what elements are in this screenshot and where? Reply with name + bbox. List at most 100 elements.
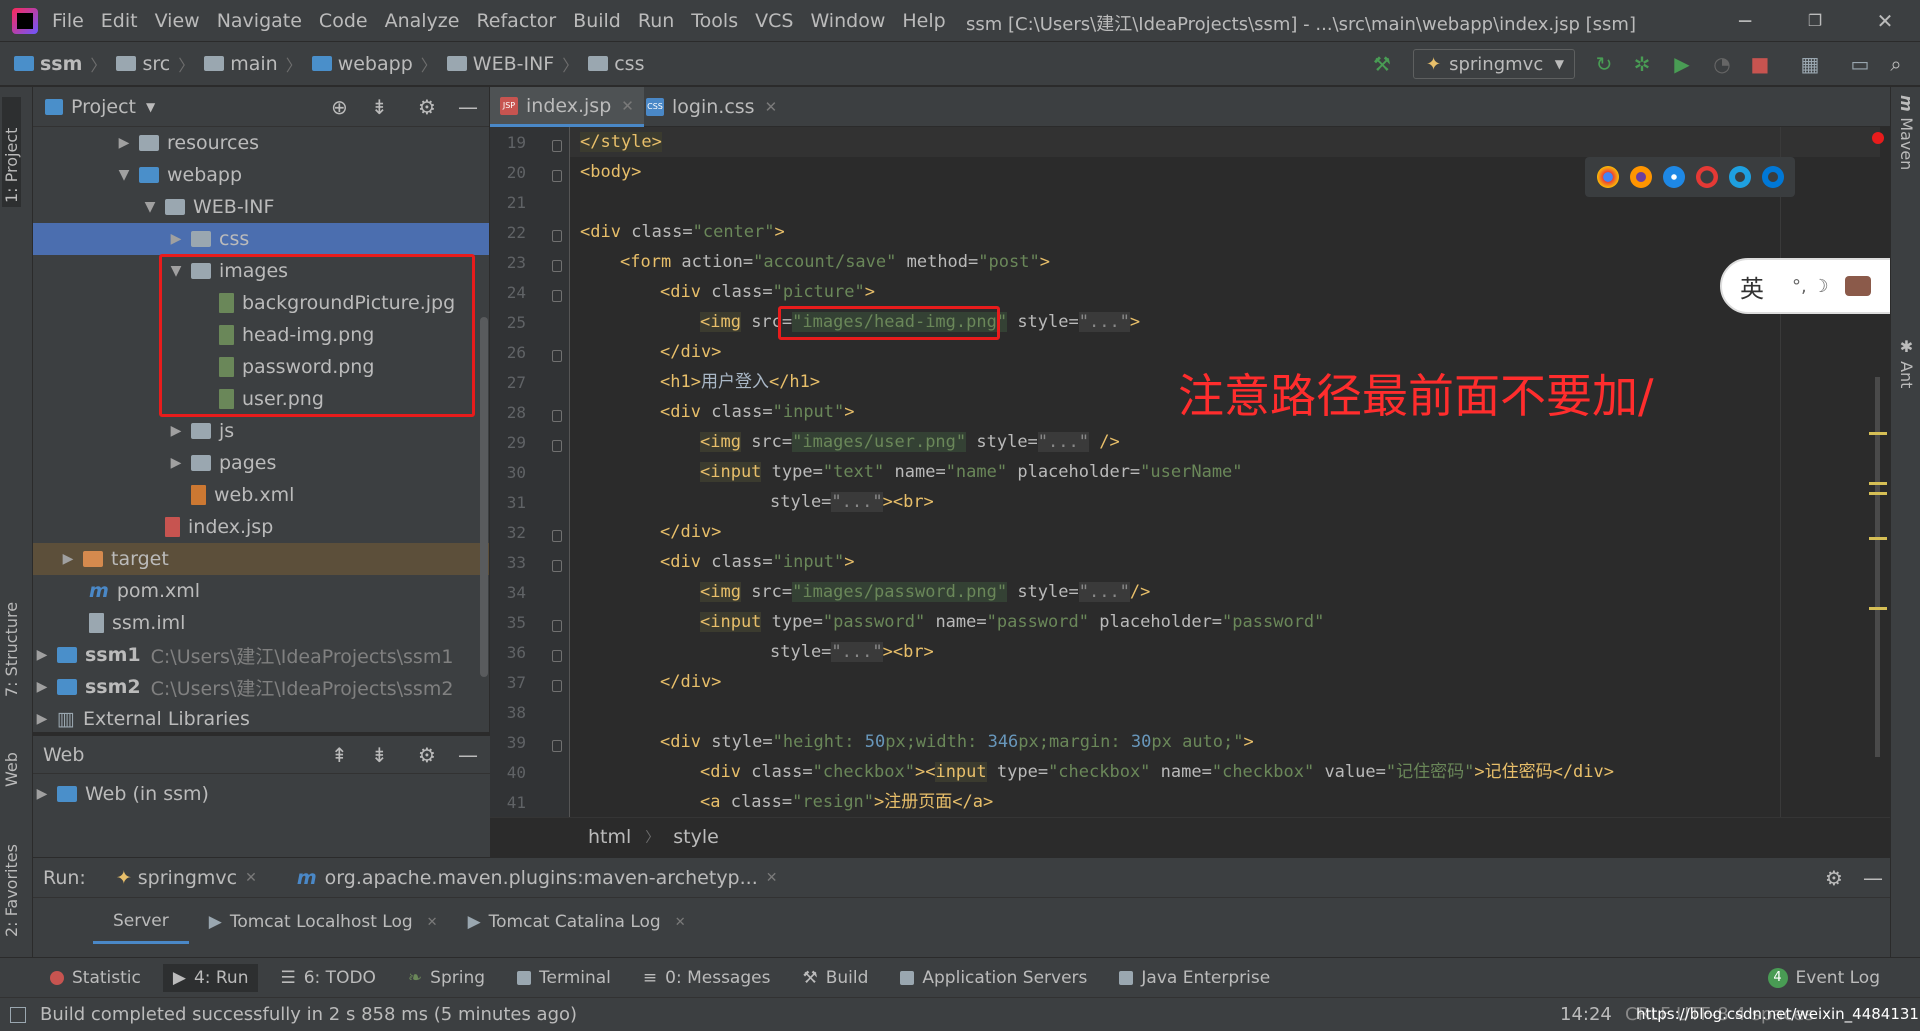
tool-tab-favorites[interactable]: 2: Favorites bbox=[2, 827, 21, 937]
menu-view[interactable]: View bbox=[155, 10, 200, 32]
collapse-all-icon[interactable]: ⇟ bbox=[371, 95, 388, 119]
menu-build[interactable]: Build bbox=[573, 10, 621, 32]
ime-language-label[interactable]: 英 bbox=[1740, 269, 1764, 304]
tab-login-css[interactable]: CSS login.css ✕ bbox=[636, 87, 787, 127]
tool-tab-messages[interactable]: ≡ 0: Messages bbox=[633, 964, 781, 992]
project-panel-title[interactable]: Project bbox=[71, 96, 136, 118]
toggle-tool-windows-icon[interactable] bbox=[10, 1006, 26, 1023]
tool-tab-statistic[interactable]: Statistic bbox=[40, 964, 151, 992]
chrome-icon[interactable] bbox=[1596, 166, 1619, 188]
terminal-window-icon[interactable]: ▭ bbox=[1848, 52, 1872, 76]
fold-marker-icon[interactable] bbox=[552, 290, 562, 302]
fold-marker-icon[interactable] bbox=[552, 350, 562, 362]
tab-index-jsp[interactable]: JSP index.jsp ✕ bbox=[490, 87, 644, 127]
close-tab-icon[interactable]: ✕ bbox=[245, 870, 257, 886]
firefox-icon[interactable] bbox=[1629, 166, 1652, 188]
build-hammer-icon[interactable]: ⚒ bbox=[1370, 52, 1394, 76]
close-tab-icon[interactable]: ✕ bbox=[675, 915, 686, 930]
breadcrumb-web-inf[interactable]: WEB-INF bbox=[446, 53, 554, 75]
tool-tab-web[interactable]: Web bbox=[2, 727, 21, 787]
fold-marker-icon[interactable] bbox=[552, 230, 562, 242]
locate-icon[interactable]: ⊕ bbox=[331, 95, 348, 119]
debug-icon[interactable]: ✲ bbox=[1630, 52, 1654, 76]
chevron-down-icon[interactable]: ▼ bbox=[146, 100, 155, 114]
tool-tab-run[interactable]: ▶ 4: Run bbox=[162, 963, 259, 992]
menu-navigate[interactable]: Navigate bbox=[217, 10, 302, 32]
profile-icon[interactable]: ◔ bbox=[1710, 52, 1734, 76]
tool-tab-terminal[interactable]: Terminal bbox=[507, 964, 621, 992]
fold-marker-icon[interactable] bbox=[552, 440, 562, 452]
tree-item-ssm-iml[interactable]: ssm.iml bbox=[33, 607, 489, 639]
close-tab-icon[interactable]: ✕ bbox=[766, 870, 778, 886]
breadcrumb-src[interactable]: src bbox=[116, 53, 170, 75]
close-window-button[interactable]: ✕ bbox=[1870, 6, 1900, 36]
menu-analyze[interactable]: Analyze bbox=[385, 10, 460, 32]
tree-item-ssm1[interactable]: ▶ ssm1 C:\Users\建江\IdeaProjects\ssm1 bbox=[33, 639, 489, 671]
fold-marker-icon[interactable] bbox=[552, 650, 562, 662]
tree-item-webapp[interactable]: ▼ webapp bbox=[33, 159, 489, 191]
tool-tab-structure[interactable]: 7: Structure bbox=[2, 587, 21, 697]
tree-item-external-libraries[interactable]: ▶ ▥ External Libraries bbox=[33, 703, 489, 735]
coverage-icon[interactable]: ▶ bbox=[1670, 52, 1694, 76]
fold-marker-icon[interactable] bbox=[552, 560, 562, 572]
fold-marker-icon[interactable] bbox=[552, 410, 562, 422]
run-tab-maven-archetype[interactable]: org.apache.maven.plugins:maven-archetyp.… bbox=[325, 867, 758, 889]
tree-item-web-inf[interactable]: ▼ WEB-INF bbox=[33, 191, 489, 223]
restore-button[interactable]: ❐ bbox=[1800, 6, 1830, 36]
caret-position[interactable]: 14:24 bbox=[1560, 1004, 1612, 1025]
opera-icon[interactable] bbox=[1695, 166, 1718, 188]
tool-tab-java-enterprise[interactable]: Java Enterprise bbox=[1109, 964, 1280, 992]
hide-panel-icon[interactable]: — bbox=[458, 95, 478, 119]
menu-file[interactable]: File bbox=[52, 10, 84, 32]
warning-stripe-mark[interactable] bbox=[1869, 482, 1887, 485]
fold-marker-icon[interactable] bbox=[552, 530, 562, 542]
event-log-button[interactable]: 4 Event Log bbox=[1758, 964, 1890, 992]
safari-icon[interactable] bbox=[1662, 166, 1685, 188]
fold-marker-icon[interactable] bbox=[552, 260, 562, 272]
menu-tools[interactable]: Tools bbox=[691, 10, 738, 32]
close-tab-icon[interactable]: ✕ bbox=[765, 98, 778, 116]
expand-all-icon[interactable]: ⇞ bbox=[331, 743, 348, 767]
collapse-all-icon[interactable]: ⇟ bbox=[371, 743, 388, 767]
breadcrumb-webapp[interactable]: webapp bbox=[311, 53, 413, 75]
search-everywhere-icon[interactable]: ⌕ bbox=[1884, 52, 1908, 76]
rerun-icon[interactable]: ↻ bbox=[1592, 52, 1616, 76]
tree-item-target[interactable]: ▶ target bbox=[33, 543, 489, 575]
project-scrollbar[interactable] bbox=[480, 317, 488, 677]
menu-edit[interactable]: Edit bbox=[101, 10, 138, 32]
breadcrumb-ssm[interactable]: ssm bbox=[14, 53, 82, 75]
subtab-tomcat-localhost-log[interactable]: Tomcat Localhost Log bbox=[230, 912, 413, 932]
error-indicator-icon[interactable] bbox=[1872, 132, 1884, 144]
menu-refactor[interactable]: Refactor bbox=[476, 10, 556, 32]
warning-stripe-mark[interactable] bbox=[1869, 607, 1887, 610]
menu-run[interactable]: Run bbox=[638, 10, 674, 32]
ime-skin-icon[interactable] bbox=[1844, 276, 1871, 296]
fold-marker-icon[interactable] bbox=[552, 680, 562, 692]
tool-tab-project[interactable]: 1: Project bbox=[2, 97, 21, 207]
warning-stripe-mark[interactable] bbox=[1869, 537, 1887, 540]
tool-tab-spring[interactable]: ❧ Spring bbox=[398, 964, 495, 992]
tree-item-css[interactable]: ▶ css bbox=[33, 223, 489, 255]
run-tab-springmvc[interactable]: springmvc bbox=[138, 867, 237, 889]
menu-window[interactable]: Window bbox=[810, 10, 885, 32]
hide-panel-icon[interactable]: — bbox=[458, 743, 478, 767]
project-structure-icon[interactable]: ▦ bbox=[1798, 52, 1822, 76]
fold-marker-icon[interactable] bbox=[552, 140, 562, 152]
minimize-button[interactable]: ─ bbox=[1730, 6, 1760, 36]
stop-icon[interactable]: ■ bbox=[1748, 52, 1772, 76]
menu-vcs[interactable]: VCS bbox=[755, 10, 793, 32]
menu-help[interactable]: Help bbox=[902, 10, 945, 32]
run-configuration-select[interactable]: ✦ springmvc ▼ bbox=[1413, 49, 1575, 79]
gear-icon[interactable]: ⚙ bbox=[418, 743, 436, 767]
tree-item-pages[interactable]: ▶ pages bbox=[33, 447, 489, 479]
code-editor[interactable]: </style> <body> <div class="center"> <fo… bbox=[570, 127, 1880, 817]
ie-icon[interactable] bbox=[1728, 166, 1751, 188]
tool-tab-application-servers[interactable]: Application Servers bbox=[890, 964, 1097, 992]
hide-panel-icon[interactable]: — bbox=[1863, 866, 1883, 890]
breadcrumb-main[interactable]: main bbox=[204, 53, 278, 75]
tree-item-index-jsp[interactable]: index.jsp bbox=[33, 511, 489, 543]
fold-marker-icon[interactable] bbox=[552, 620, 562, 632]
subtab-server[interactable]: Server bbox=[93, 901, 189, 944]
tree-item-web-in-ssm[interactable]: ▶ Web (in ssm) bbox=[33, 778, 489, 810]
fold-marker-icon[interactable] bbox=[552, 740, 562, 752]
